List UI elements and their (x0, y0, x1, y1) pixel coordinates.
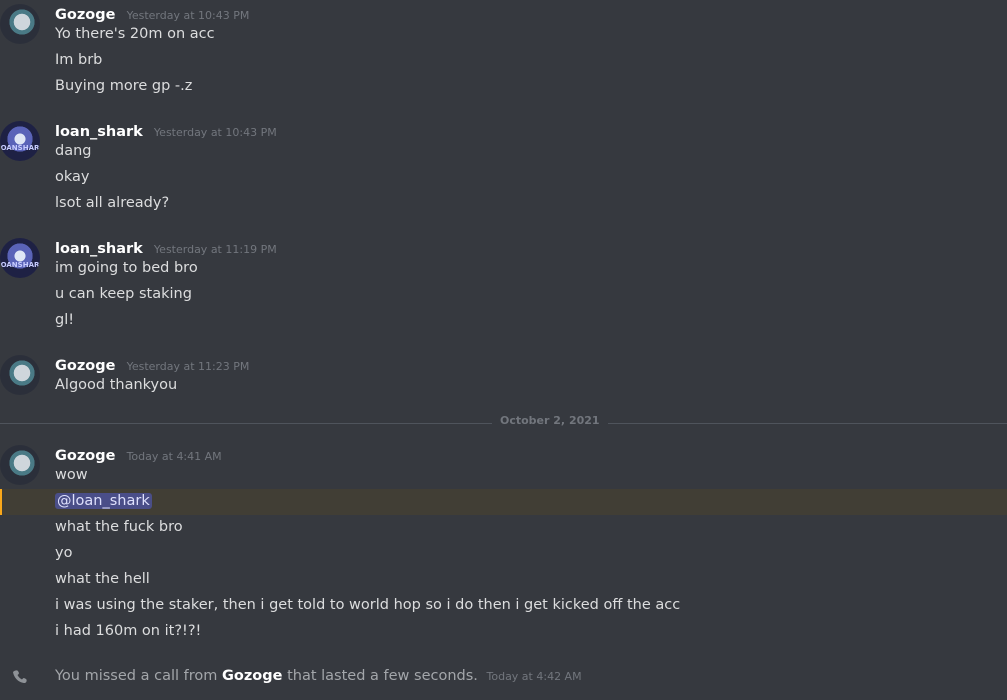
avatar-logo-text: OANSHAR (0, 144, 40, 152)
timestamp[interactable]: Yesterday at 11:23 PM (127, 360, 250, 373)
message-text: what the hell (55, 571, 150, 587)
timestamp[interactable]: Yesterday at 11:19 PM (154, 243, 277, 256)
avatar[interactable]: OANSHAR (0, 238, 40, 278)
call-prefix: You missed a call from (55, 668, 218, 684)
message-text: okay (55, 169, 90, 185)
timestamp[interactable]: Yesterday at 10:43 PM (127, 9, 250, 22)
message-text: gl! (55, 312, 75, 328)
message-text: yo (55, 545, 73, 561)
phone-missed-icon (10, 668, 30, 684)
message-text: Buying more gp -.z (55, 78, 193, 94)
username[interactable]: Gozoge (55, 358, 115, 374)
timestamp[interactable]: Today at 4:41 AM (127, 450, 222, 463)
timestamp[interactable]: Today at 4:42 AM (487, 670, 582, 683)
avatar[interactable]: OANSHAR (0, 121, 40, 161)
caller-name[interactable]: Gozoge (222, 668, 282, 684)
message-text: Im brb (55, 52, 103, 68)
timestamp[interactable]: Yesterday at 10:43 PM (154, 126, 277, 139)
username[interactable]: loan_shark (55, 241, 143, 257)
message-text: im going to bed bro (55, 260, 198, 276)
avatar[interactable] (0, 355, 40, 395)
message-text: lsot all already? (55, 195, 170, 211)
message-text: dang (55, 143, 92, 159)
avatar[interactable] (0, 4, 40, 44)
message-text: wow (55, 467, 88, 483)
missed-call-message: You missed a call from Gozoge that laste… (55, 668, 582, 684)
message-header: loan_shark Yesterday at 11:19 PM (55, 238, 277, 257)
message-text: Algood thankyou (55, 377, 178, 393)
message-text: u can keep staking (55, 286, 192, 302)
username[interactable]: Gozoge (55, 7, 115, 23)
message-text: what the fuck bro (55, 519, 183, 535)
message-header: loan_shark Yesterday at 10:43 PM (55, 121, 277, 140)
avatar[interactable] (0, 445, 40, 485)
message-text: Yo there's 20m on acc (55, 26, 215, 42)
message-text: i was using the staker, then i get told … (55, 597, 681, 613)
message-header: Gozoge Yesterday at 11:23 PM (55, 355, 249, 374)
date-divider-label: October 2, 2021 (492, 414, 608, 427)
message-text: @loan_shark (55, 493, 152, 509)
message-header: Gozoge Today at 4:41 AM (55, 445, 222, 464)
message-text: i had 160m on it?!?! (55, 623, 202, 639)
username[interactable]: loan_shark (55, 124, 143, 140)
avatar-logo-text: OANSHAR (0, 261, 40, 269)
user-mention[interactable]: @loan_shark (55, 493, 152, 509)
message-header: Gozoge Yesterday at 10:43 PM (55, 4, 249, 23)
call-suffix: that lasted a few seconds. (287, 668, 478, 684)
username[interactable]: Gozoge (55, 448, 115, 464)
